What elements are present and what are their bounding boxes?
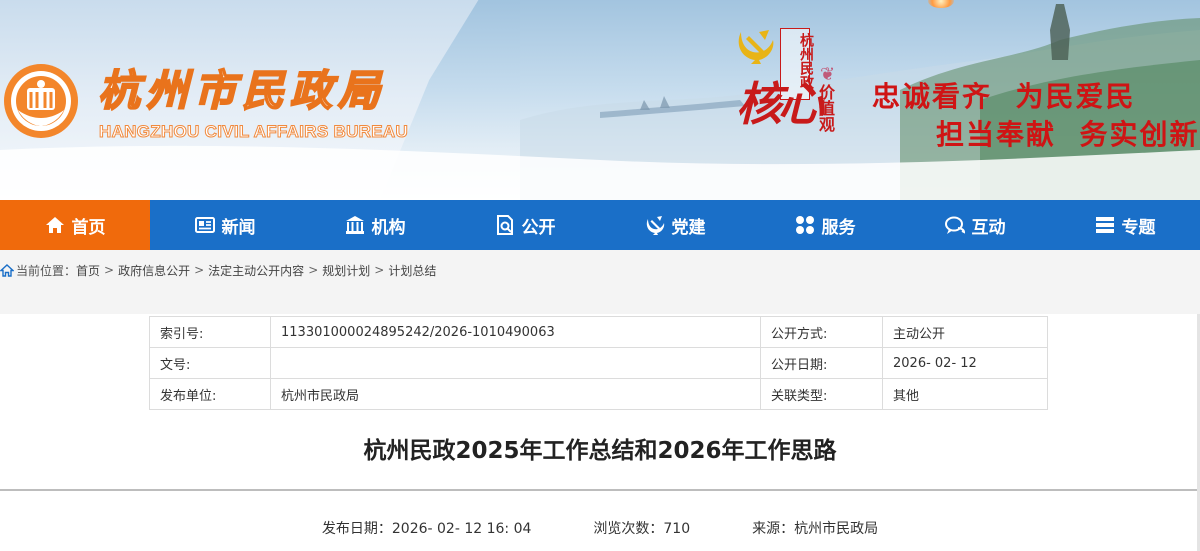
nav-item-topic[interactable]: 专题 [1050,200,1200,250]
home-small-icon [0,263,14,277]
bureau-name-cn[interactable]: 杭州市民政局 [97,65,386,116]
breadcrumb-item-home[interactable]: 首页 [76,262,100,279]
view-count-value: 710 [663,521,691,537]
nav-item-institution[interactable]: 机构 [300,200,450,250]
meta-key-index: 索引号: [149,316,271,348]
source-value: 杭州市民政局 [794,521,879,537]
nav-item-service[interactable]: 服务 [750,200,900,250]
meta-key-relation-type: 关联类型: [760,378,883,410]
nav-item-interaction[interactable]: 互动 [900,200,1050,250]
meta-value-doc-number [270,347,761,379]
breadcrumb-separator: > [308,263,319,277]
bureau-name-en: HANGZHOU CIVIL AFFAIRS BUREAU [98,122,409,142]
source: 来源：杭州市民政局 [752,518,878,538]
home-icon [45,217,64,233]
meta-key-disclosure-date: 公开日期: [760,347,883,379]
slogan-line-2: 担当奉献 务实创新 [936,118,1200,151]
campaign-values-text: 价值观 [816,84,835,132]
page: 杭州市民政局 HANGZHOU CIVIL AFFAIRS BUREAU 杭州民… [0,0,1200,551]
table-row: 发布单位: 杭州市民政局 关联类型: 其他 [149,378,1048,410]
breadcrumb-separator: > [104,263,115,277]
meta-value-index: 113301000024895242/2026-1010490063 [270,316,761,348]
publish-date-value: 2026- 02- 12 16: 04 [391,521,532,537]
campaign-core-text: 核心 [736,77,824,131]
meta-value-disclosure-method: 主动公开 [882,316,1048,348]
document-meta-table: 索引号: 113301000024895242/2026-1010490063 … [149,316,1048,410]
service-icon [795,216,814,234]
main-nav: 首页 新闻 机构 公开 党建 服务 互动 专题 [0,200,1200,250]
view-count: 浏览次数：710 [593,518,690,538]
table-row: 文号: 公开日期: 2026- 02- 12 [149,347,1048,379]
nav-label-interaction: 互动 [971,217,1006,238]
nav-label-institution: 机构 [371,217,406,238]
nav-label-service: 服务 [821,217,856,238]
breadcrumb-item-planning[interactable]: 规划计划 [322,262,370,279]
page-title: 杭州民政2025年工作总结和2026年工作思路 [363,438,837,464]
nav-label-disclosure: 公开 [521,217,556,238]
meta-key-doc-number: 文号: [149,347,271,379]
table-row: 索引号: 113301000024895242/2026-1010490063 … [149,316,1048,348]
butterfly-icon: ❦ [820,64,836,85]
meta-value-relation-type: 其他 [882,378,1048,410]
breadcrumb-band [0,250,1200,314]
nav-label-news: 新闻 [221,217,256,238]
breadcrumb-separator: > [374,263,385,277]
view-count-label: 浏览次数： [593,521,664,537]
party-icon [646,216,664,235]
source-label: 来源： [752,521,795,537]
breadcrumb: 当前位置： 首页 > 政府信息公开 > 法定主动公开内容 > 规划计划 > 计划… [0,262,436,278]
nav-label-party: 党建 [671,217,706,238]
publish-date-label: 发布日期： [321,521,392,537]
breadcrumb-item-summary[interactable]: 计划总结 [388,262,436,279]
news-icon [194,217,215,233]
breadcrumb-item-gov-info[interactable]: 政府信息公开 [118,262,190,279]
header-banner: 杭州市民政局 HANGZHOU CIVIL AFFAIRS BUREAU 杭州民… [0,0,1200,200]
meta-key-publisher: 发布单位: [149,378,271,410]
article-info-bar: 发布日期：2026- 02- 12 16: 04 浏览次数：710 来源：杭州市… [0,518,1200,538]
breadcrumb-separator: > [194,263,205,277]
article-content: 索引号: 113301000024895242/2026-1010490063 … [0,314,1200,551]
nav-item-news[interactable]: 新闻 [150,200,300,250]
meta-value-disclosure-date: 2026- 02- 12 [882,347,1048,379]
breadcrumb-prefix: 当前位置： [16,263,77,278]
slogan-line-1: 忠诚看齐 为民爱民 [872,80,1136,113]
title-divider [0,489,1197,491]
meta-value-publisher: 杭州市民政局 [270,378,761,410]
civil-affairs-logo[interactable] [2,62,80,140]
nav-label-topic: 专题 [1121,217,1156,238]
chat-icon [944,216,965,234]
nav-item-disclosure[interactable]: 公开 [450,200,600,250]
institution-icon [345,216,364,234]
nav-label-home: 首页 [71,217,106,238]
nav-item-home[interactable]: 首页 [0,200,150,250]
breadcrumb-item-statutory[interactable]: 法定主动公开内容 [208,262,304,279]
nav-item-party[interactable]: 党建 [600,200,750,250]
topic-icon [1095,217,1114,233]
meta-key-disclosure-method: 公开方式: [760,316,883,348]
publish-date: 发布日期：2026- 02- 12 16: 04 [322,518,532,538]
party-emblem-icon [738,30,774,64]
disclosure-icon [496,215,513,235]
